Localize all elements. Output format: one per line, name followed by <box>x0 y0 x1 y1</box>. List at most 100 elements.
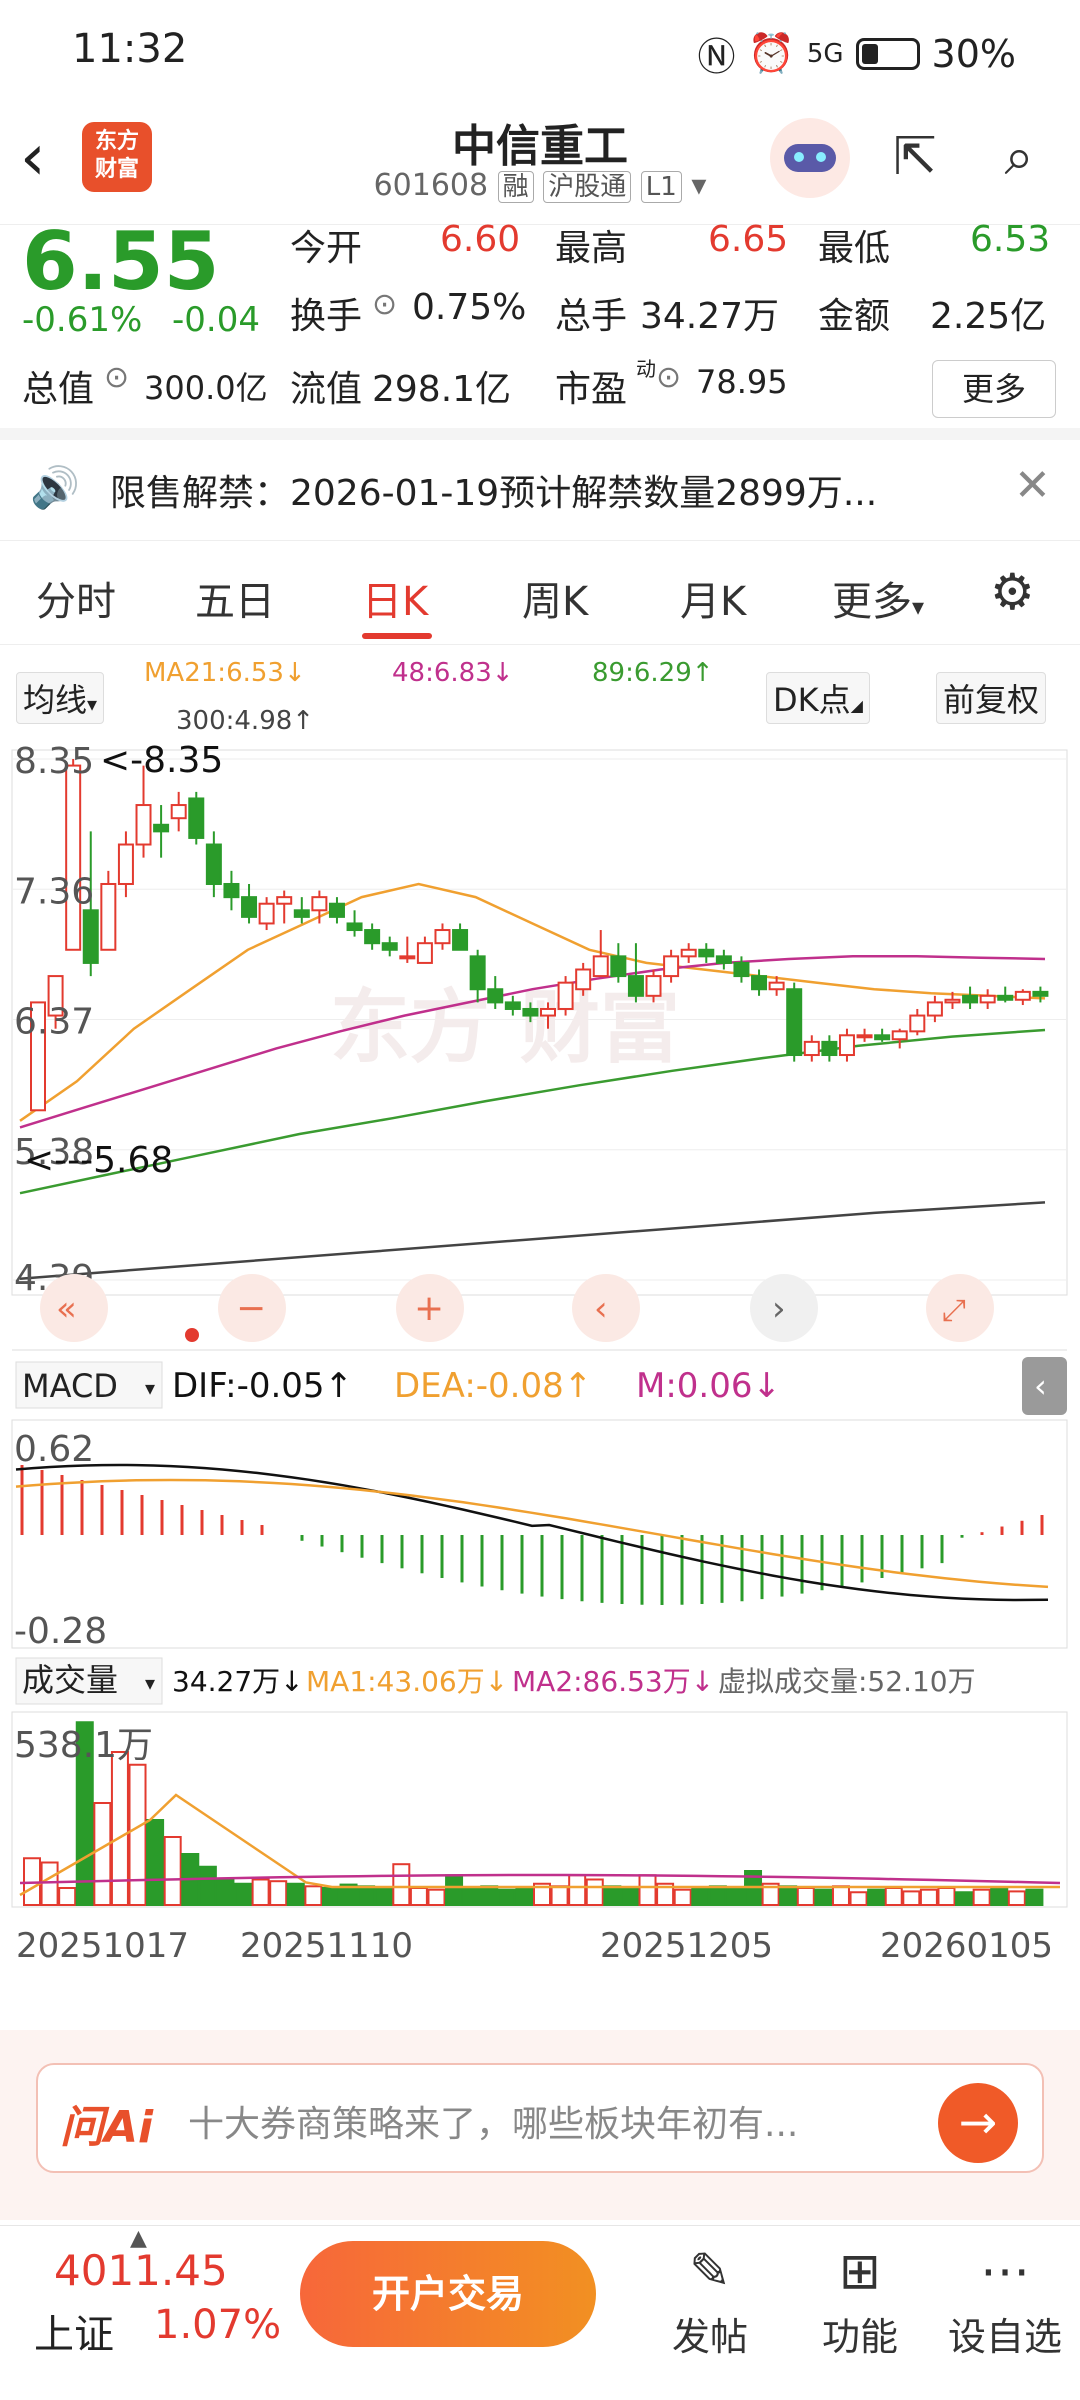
function-label: 功能 <box>821 2315 898 2359</box>
adjust-button[interactable]: 前复权 <box>936 672 1047 724</box>
margin-tag: 融 <box>497 171 534 203</box>
corner-arrow-icon: ◢ <box>850 696 863 715</box>
volume-bar <box>603 1885 622 1907</box>
ma300-label: 300:4.98↑ <box>176 706 315 736</box>
app-header: ‹ 东方 财富 中信重工 601608 融 沪股通 L1 ▾ ⇱ ⌕ <box>0 100 1080 225</box>
volume-max-label: 538.1万 <box>14 1725 153 1766</box>
candle-body <box>1014 990 1031 1001</box>
info-icon[interactable]: ⊙ <box>372 287 397 322</box>
low-annotation: <---5.68 <box>24 1140 173 1181</box>
volume-bar <box>93 1802 112 1906</box>
stock-code: 601608 <box>373 168 489 203</box>
position-dot <box>185 1328 199 1342</box>
volume-bar <box>110 1751 129 1906</box>
more-quote-button[interactable]: 更多 <box>932 360 1056 418</box>
post-button[interactable]: ✎ 发帖 <box>650 2236 770 2361</box>
dk-point-label: DK点 <box>773 681 851 719</box>
mktcap-value: 300.0亿 <box>144 369 268 407</box>
dea-label: DEA:-0.08↑ <box>394 1366 592 1406</box>
ai-brand: 问Ai <box>60 2102 154 2153</box>
alarm-icon: ⏰ <box>747 31 795 75</box>
ma-selector-label: 均线 <box>23 681 88 719</box>
chevron-down-icon: ▾ <box>691 168 707 203</box>
candle-body <box>65 764 82 951</box>
high-value: 6.65 <box>708 219 789 260</box>
open-account-trade-button[interactable]: 开户交易 <box>300 2241 596 2347</box>
function-button[interactable]: ⊞ 功能 <box>800 2236 920 2361</box>
candle-body <box>328 902 345 918</box>
volume-bar <box>726 1887 745 1906</box>
volume-bar <box>234 1882 253 1906</box>
volume-value: 34.27万 <box>640 296 780 337</box>
pe-value: 78.95 <box>696 363 788 401</box>
double-left-icon: « <box>56 1289 77 1329</box>
close-icon[interactable]: ✕ <box>1014 460 1051 511</box>
tab-daily-k[interactable]: 日K <box>362 569 428 627</box>
volume-bar <box>919 1888 938 1906</box>
candle-body <box>733 961 750 978</box>
info-icon[interactable]: ⊙ <box>104 360 129 395</box>
volume-bar <box>58 1887 77 1906</box>
dk-point-button[interactable]: DK点◢ <box>766 672 870 724</box>
ai-placeholder: 十大券商策略来了，哪些板块年初有... <box>188 2104 799 2145</box>
macd-selector-label: MACD <box>22 1367 118 1405</box>
volume-bar <box>849 1891 868 1906</box>
notice-bar[interactable]: 🔊 限售解禁：2026-01-19预计解禁数量2899万... ✕ <box>0 440 1080 540</box>
volume-bar <box>163 1836 182 1906</box>
candle-body <box>82 909 99 964</box>
low-value: 6.53 <box>970 219 1051 260</box>
candle-body <box>452 929 469 951</box>
ma-selector[interactable]: 均线▾ <box>16 672 105 724</box>
candle-body <box>663 955 680 978</box>
turnover-value: 0.75% <box>412 287 527 328</box>
search-icon[interactable]: ⌕ <box>984 122 1054 192</box>
edit-icon: ✎ <box>689 2242 731 2300</box>
settings-gear-icon[interactable]: ⚙ <box>990 563 1035 621</box>
kline-chart[interactable]: 东方 财富 8.357.366.375.384.39 <-8.35 <---5.… <box>0 745 1080 2035</box>
x-tick-label: 20251110 <box>240 1926 413 1966</box>
dea-line <box>15 1478 1049 1589</box>
candle-body <box>469 955 486 991</box>
y-tick-labels: 8.357.366.375.384.39 <box>14 745 94 1299</box>
candle-body <box>205 843 222 885</box>
candle-body <box>416 942 433 964</box>
volume-bar <box>321 1887 340 1906</box>
candle-body <box>856 1034 873 1039</box>
tab-5day[interactable]: 五日 <box>195 569 275 627</box>
index-value[interactable]: 4011.45 <box>54 2246 228 2295</box>
add-watchlist-button[interactable]: ⋯ 设自选 <box>945 2236 1065 2361</box>
divider <box>0 428 1080 440</box>
candle-body <box>645 975 662 997</box>
volume-bar <box>550 1885 569 1907</box>
tab-more[interactable]: 更多▾ <box>832 569 924 627</box>
volume-bar <box>497 1888 516 1906</box>
dif-label: DIF:-0.05↑ <box>172 1366 353 1406</box>
candle-body <box>768 981 785 991</box>
status-bar: 11:32 Ⓝ ⏰ 5G 30% <box>0 0 1080 100</box>
y-tick-label: 8.35 <box>14 745 94 782</box>
candle-body <box>223 882 240 899</box>
arrow-right-icon[interactable]: → <box>938 2083 1018 2163</box>
volume-bar <box>1025 1888 1044 1906</box>
expand-icon: ⤢ <box>942 1293 966 1328</box>
tab-weekly-k[interactable]: 周K <box>522 569 588 627</box>
info-icon[interactable]: ⊙ <box>656 360 681 395</box>
candle-body <box>715 955 732 964</box>
macd-ytick: 0.62 <box>14 1429 94 1470</box>
quote-panel: 6.55 -0.61% -0.04 今开 6.60 最高 6.65 最低 6.5… <box>0 215 1080 425</box>
candle-body <box>575 968 592 991</box>
pe-dynamic-sup: 动 <box>636 357 656 381</box>
tab-intraday[interactable]: 分时 <box>36 569 116 627</box>
notice-text: 限售解禁：2026-01-19预计解禁数量2899万... <box>110 473 878 514</box>
ai-search-bar[interactable]: 问Ai 十大券商策略来了，哪些板块年初有... → <box>36 2063 1044 2173</box>
tab-monthly-k[interactable]: 月K <box>680 569 746 627</box>
ai-robot-icon[interactable] <box>770 118 850 198</box>
candle-body <box>276 896 293 905</box>
volume-chart <box>19 1721 1061 1907</box>
battery-level: 30% <box>931 31 1016 76</box>
dif-line <box>15 1463 1049 1602</box>
share-icon[interactable]: ⇱ <box>880 122 950 192</box>
connect-tag: 沪股通 <box>543 171 632 203</box>
volume-bar <box>392 1863 411 1906</box>
volume-bar <box>867 1888 886 1906</box>
